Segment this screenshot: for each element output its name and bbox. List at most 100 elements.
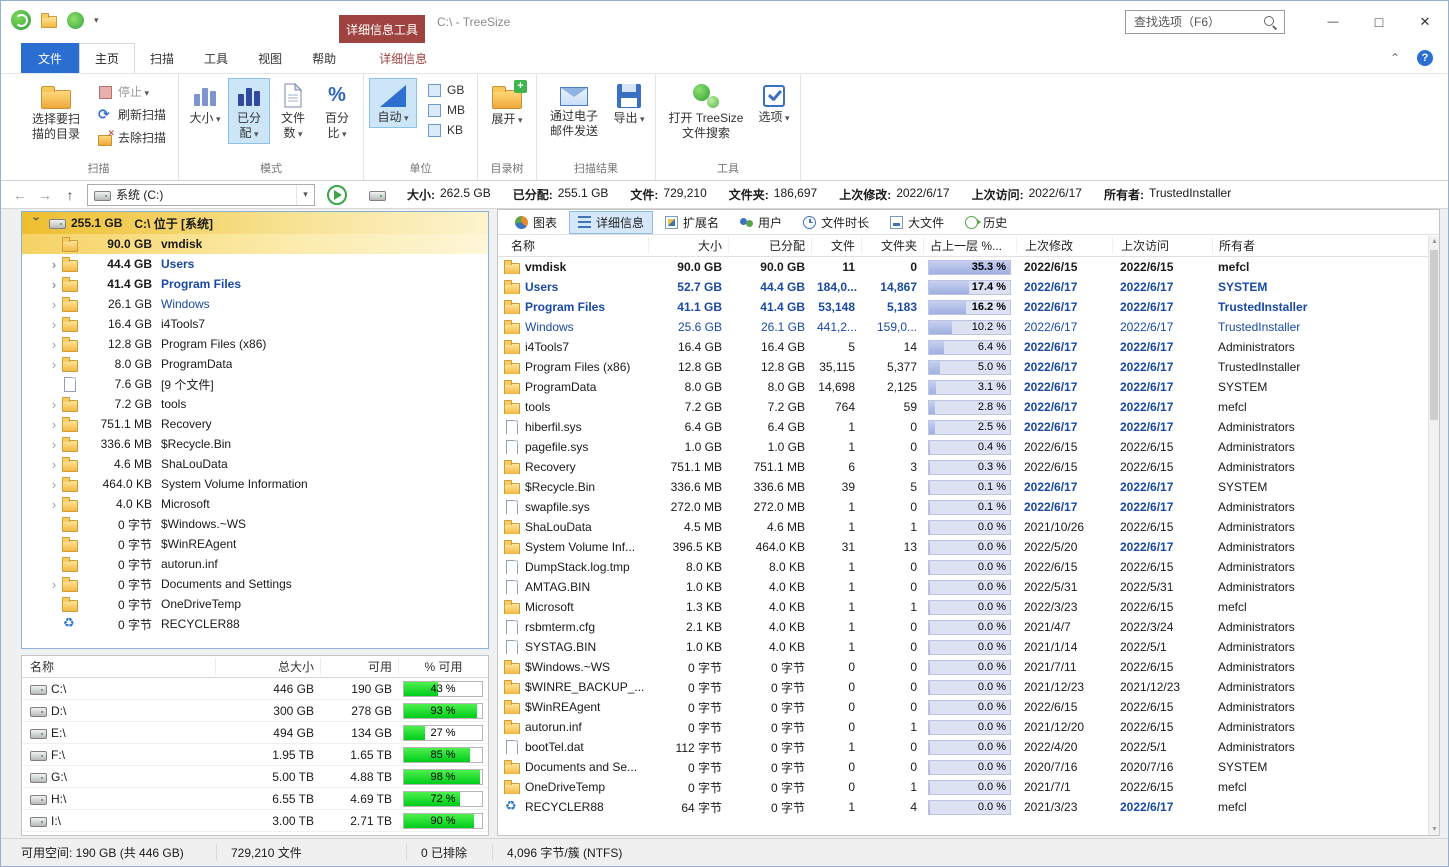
unit-kb-button[interactable]: KB xyxy=(420,122,471,138)
qat-folder-icon[interactable] xyxy=(41,13,57,27)
tab-users[interactable]: 用户 xyxy=(731,211,791,234)
tab-file[interactable]: 文件 xyxy=(21,43,79,73)
tree-item[interactable]: 464.0 KBSystem Volume Information xyxy=(22,474,488,494)
tab-details-contextual[interactable]: 详细信息 xyxy=(364,43,442,73)
expand-icon[interactable] xyxy=(46,497,62,512)
vertical-scrollbar[interactable] xyxy=(1428,236,1439,835)
tab-help[interactable]: 帮助 xyxy=(297,43,351,73)
drive-row[interactable]: F:\1.95 TB1.65 TB85 % xyxy=(22,744,488,766)
table-row[interactable]: autorun.inf0 字节0 字节010.0 %2021/12/202022… xyxy=(498,717,1439,737)
search-box[interactable] xyxy=(1125,10,1285,34)
tree-item[interactable]: 8.0 GBProgramData xyxy=(22,354,488,374)
table-row[interactable]: Windows25.6 GB26.1 GB441,2...159,0...10.… xyxy=(498,317,1439,337)
tree-item[interactable]: 0 字节$WinREAgent xyxy=(22,534,488,554)
tree-item[interactable]: 16.4 GBi4Tools7 xyxy=(22,314,488,334)
drive-row[interactable]: C:\446 GB190 GB43 % xyxy=(22,678,488,700)
table-row[interactable]: $Windows.~WS0 字节0 字节000.0 %2021/7/112022… xyxy=(498,657,1439,677)
col-drive-total[interactable]: 总大小 xyxy=(215,658,320,675)
col-last-modified[interactable]: 上次修改 xyxy=(1016,237,1112,254)
export-button[interactable]: 导出 xyxy=(608,78,650,129)
tree-item[interactable]: 0 字节RECYCLER88 xyxy=(22,614,488,634)
table-row[interactable]: $Recycle.Bin336.6 MB336.6 MB3950.1 %2022… xyxy=(498,477,1439,497)
table-row[interactable]: $WINRE_BACKUP_...0 字节0 字节000.0 %2021/12/… xyxy=(498,677,1439,697)
expand-icon[interactable] xyxy=(46,437,62,452)
expand-icon[interactable] xyxy=(46,457,62,472)
col-size[interactable]: 大小 xyxy=(648,237,728,254)
collapse-icon[interactable] xyxy=(30,216,45,230)
mode-filecount-button[interactable]: 文件数 xyxy=(272,78,314,144)
tab-scan[interactable]: 扫描 xyxy=(135,43,189,73)
start-scan-icon[interactable] xyxy=(327,185,347,205)
tree-item[interactable]: 12.8 GBProgram Files (x86) xyxy=(22,334,488,354)
expand-icon[interactable] xyxy=(46,397,62,412)
tree-item[interactable]: 0 字节Documents and Settings xyxy=(22,574,488,594)
refresh-scan-button[interactable]: 刷新扫描 xyxy=(91,105,172,124)
up-icon[interactable] xyxy=(59,187,81,203)
scrollbar-thumb[interactable] xyxy=(1430,250,1438,420)
minimize-button[interactable] xyxy=(1310,1,1356,43)
table-row[interactable]: rsbmterm.cfg2.1 KB4.0 KB100.0 %2021/4/72… xyxy=(498,617,1439,637)
file-search-button[interactable]: 打开 TreeSize 文件搜索 xyxy=(661,78,751,144)
tree-item[interactable]: 0 字节OneDriveTemp xyxy=(22,594,488,614)
expand-icon[interactable] xyxy=(46,577,62,592)
tab-tools[interactable]: 工具 xyxy=(189,43,243,73)
table-row[interactable]: swapfile.sys272.0 MB272.0 MB100.1 %2022/… xyxy=(498,497,1439,517)
qat-treesize-icon[interactable] xyxy=(67,12,84,29)
unit-auto-button[interactable]: 自动 xyxy=(369,78,417,128)
tree-item[interactable]: 90.0 GBvmdisk xyxy=(22,234,488,254)
tab-file-age[interactable]: 文件时长 xyxy=(794,211,878,234)
tab-history[interactable]: 历史 xyxy=(956,211,1016,234)
table-row[interactable]: Documents and Se...0 字节0 字节000.0 %2020/7… xyxy=(498,757,1439,777)
tree-root-item[interactable]: 255.1 GB C:\ 位于 [系统] xyxy=(22,212,488,234)
col-folders[interactable]: 文件夹 xyxy=(861,237,923,254)
tree-item[interactable]: 0 字节$Windows.~WS xyxy=(22,514,488,534)
select-scan-directory-button[interactable]: 选择要扫描的目录 xyxy=(24,78,88,145)
help-icon[interactable] xyxy=(1410,43,1440,73)
expand-icon[interactable] xyxy=(46,477,62,492)
col-files[interactable]: 文件 xyxy=(811,237,861,254)
tree-item[interactable]: 0 字节autorun.inf xyxy=(22,554,488,574)
table-row[interactable]: Users52.7 GB44.4 GB184,0...14,86717.4 %2… xyxy=(498,277,1439,297)
tree-item[interactable]: 7.6 GB[9 个文件] xyxy=(22,374,488,394)
tree-item[interactable]: 44.4 GBUsers xyxy=(22,254,488,274)
expand-icon[interactable] xyxy=(46,337,62,352)
table-row[interactable]: Microsoft1.3 KB4.0 KB110.0 %2022/3/23202… xyxy=(498,597,1439,617)
table-row[interactable]: bootTel.dat112 字节0 字节100.0 %2022/4/20202… xyxy=(498,737,1439,757)
tree-item[interactable]: 4.0 KBMicrosoft xyxy=(22,494,488,514)
table-row[interactable]: ProgramData8.0 GB8.0 GB14,6982,1253.1 %2… xyxy=(498,377,1439,397)
table-row[interactable]: RECYCLER8864 字节0 字节140.0 %2021/3/232022/… xyxy=(498,797,1439,817)
table-row[interactable]: System Volume Inf...396.5 KB464.0 KB3113… xyxy=(498,537,1439,557)
col-owner[interactable]: 所有者 xyxy=(1212,237,1439,254)
expand-button[interactable]: 展开 xyxy=(483,78,531,130)
close-button[interactable] xyxy=(1402,1,1448,43)
unit-gb-button[interactable]: GB xyxy=(420,82,471,98)
expand-icon[interactable] xyxy=(46,277,62,292)
drive-row[interactable]: E:\494 GB134 GB27 % xyxy=(22,722,488,744)
tab-top-files[interactable]: 大文件 xyxy=(881,211,953,234)
table-row[interactable]: tools7.2 GB7.2 GB764592.8 %2022/6/172022… xyxy=(498,397,1439,417)
options-button[interactable]: 选项 xyxy=(753,78,795,128)
table-row[interactable]: i4Tools716.4 GB16.4 GB5146.4 %2022/6/172… xyxy=(498,337,1439,357)
drive-row[interactable]: H:\6.55 TB4.69 TB72 % xyxy=(22,788,488,810)
stop-scan-button[interactable]: 停止 xyxy=(91,82,172,101)
back-icon[interactable] xyxy=(9,187,31,203)
table-row[interactable]: SYSTAG.BIN1.0 KB4.0 KB100.0 %2021/1/1420… xyxy=(498,637,1439,657)
table-row[interactable]: vmdisk90.0 GB90.0 GB11035.3 %2022/6/1520… xyxy=(498,257,1439,277)
search-input[interactable] xyxy=(1126,15,1264,29)
col-drive-name[interactable]: 名称 xyxy=(22,658,215,675)
drive-selector[interactable]: 系统 (C:) xyxy=(87,184,315,206)
col-drive-free[interactable]: 可用 xyxy=(320,658,398,675)
table-row[interactable]: OneDriveTemp0 字节0 字节010.0 %2021/7/12022/… xyxy=(498,777,1439,797)
expand-icon[interactable] xyxy=(46,297,62,312)
forward-icon[interactable] xyxy=(34,187,56,203)
maximize-button[interactable] xyxy=(1356,1,1402,43)
mode-allocated-button[interactable]: 已分配 xyxy=(228,78,270,144)
chevron-down-icon[interactable] xyxy=(296,185,314,205)
tree-item[interactable]: 26.1 GBWindows xyxy=(22,294,488,314)
tree-item[interactable]: 7.2 GBtools xyxy=(22,394,488,414)
table-row[interactable]: pagefile.sys1.0 GB1.0 GB100.4 %2022/6/15… xyxy=(498,437,1439,457)
mode-percent-button[interactable]: % 百分比 xyxy=(316,78,358,144)
table-row[interactable]: Program Files (x86)12.8 GB12.8 GB35,1155… xyxy=(498,357,1439,377)
table-row[interactable]: ShaLouData4.5 MB4.6 MB110.0 %2021/10/262… xyxy=(498,517,1439,537)
col-allocated[interactable]: 已分配 xyxy=(728,237,811,254)
